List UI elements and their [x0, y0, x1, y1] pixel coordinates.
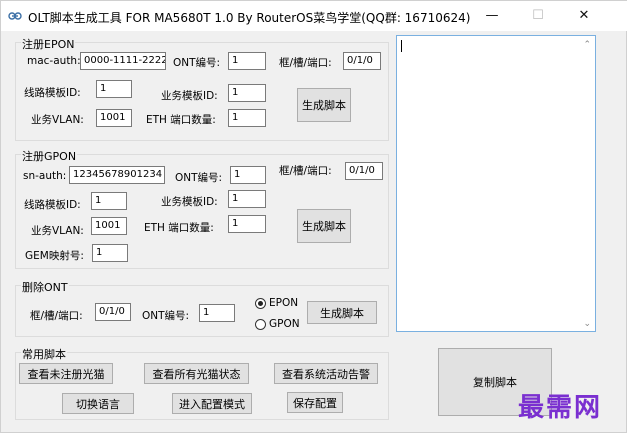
gpon-generate-button[interactable]: 生成脚本 — [297, 209, 351, 243]
gpon-ont-label: ONT编号: — [175, 172, 223, 184]
enter-config-button[interactable]: 进入配置模式 — [172, 393, 252, 414]
app-window: OLT脚本生成工具 FOR MA5680T 1.0 By RouterOS菜鸟学… — [0, 0, 627, 433]
delete-fsp-input[interactable]: 0/1/0 — [95, 303, 131, 321]
scroll-down-icon[interactable]: ⌄ — [583, 319, 591, 329]
epon-line-label: 线路模板ID: — [24, 87, 81, 99]
minimize-button[interactable]: — — [469, 1, 515, 31]
script-output-textarea[interactable]: ⌃ ⌄ — [396, 35, 596, 332]
gpon-gem-label: GEM映射号: — [25, 250, 84, 262]
epon-eth-input[interactable]: 1 — [228, 109, 266, 127]
gpon-sn-label: sn-auth: — [23, 170, 67, 182]
app-icon — [8, 12, 22, 20]
epon-vlan-label: 业务VLAN: — [31, 114, 84, 126]
watermark-text: 最需网 — [518, 393, 603, 423]
delete-fsp-label: 框/槽/端口: — [30, 310, 83, 322]
maximize-button[interactable]: ☐ — [515, 1, 561, 31]
text-caret — [401, 40, 402, 52]
view-alarms-button[interactable]: 查看系统活动告警 — [274, 363, 378, 384]
radio-epon-label: EPON — [269, 297, 299, 309]
delete-group-label: 删除ONT — [21, 279, 69, 295]
window-title: OLT脚本生成工具 FOR MA5680T 1.0 By RouterOS菜鸟学… — [28, 11, 471, 25]
epon-group-label: 注册EPON — [21, 36, 76, 52]
gpon-group-label: 注册GPON — [21, 148, 78, 164]
radio-epon[interactable] — [255, 298, 266, 309]
gpon-line-input[interactable]: 1 — [91, 192, 127, 210]
epon-vlan-input[interactable]: 1001 — [96, 109, 132, 127]
epon-srv-input[interactable]: 1 — [228, 84, 266, 102]
epon-srv-label: 业务模板ID: — [161, 90, 218, 102]
gpon-eth-label: ETH 端口数量: — [144, 222, 214, 234]
epon-generate-button[interactable]: 生成脚本 — [297, 88, 351, 122]
radio-gpon[interactable] — [255, 319, 266, 330]
delete-ont-label: ONT编号: — [142, 310, 190, 322]
radio-gpon-label: GPON — [269, 318, 300, 330]
view-unregistered-button[interactable]: 查看未注册光猫 — [19, 363, 113, 384]
title-bar: OLT脚本生成工具 FOR MA5680T 1.0 By RouterOS菜鸟学… — [1, 1, 627, 31]
close-button[interactable]: ✕ — [561, 1, 607, 31]
gpon-fsp-label: 框/槽/端口: — [279, 165, 332, 177]
gpon-vlan-input[interactable]: 1001 — [91, 217, 127, 235]
delete-generate-button[interactable]: 生成脚本 — [307, 301, 377, 324]
switch-language-button[interactable]: 切换语言 — [62, 393, 134, 414]
gpon-sn-input[interactable]: 12345678901234 — [69, 166, 165, 184]
gpon-eth-input[interactable]: 1 — [228, 215, 266, 233]
gpon-srv-input[interactable]: 1 — [228, 190, 266, 208]
epon-line-input[interactable]: 1 — [96, 80, 132, 98]
delete-ont-input[interactable]: 1 — [199, 304, 235, 322]
gpon-vlan-label: 业务VLAN: — [31, 225, 84, 237]
gpon-srv-label: 业务模板ID: — [161, 196, 218, 208]
save-config-button[interactable]: 保存配置 — [287, 392, 343, 413]
common-group-label: 常用脚本 — [21, 346, 67, 362]
scroll-up-icon[interactable]: ⌃ — [583, 40, 591, 50]
epon-ont-input[interactable]: 1 — [228, 52, 266, 70]
epon-fsp-label: 框/槽/端口: — [279, 57, 332, 69]
gpon-line-label: 线路模板ID: — [24, 199, 81, 211]
gpon-gem-input[interactable]: 1 — [92, 244, 128, 262]
epon-mac-input[interactable]: 0000-1111-2222 — [80, 52, 166, 70]
view-all-status-button[interactable]: 查看所有光猫状态 — [144, 363, 249, 384]
epon-mac-label: mac-auth: — [27, 55, 81, 67]
gpon-fsp-input[interactable]: 0/1/0 — [345, 162, 383, 180]
epon-ont-label: ONT编号: — [173, 57, 221, 69]
gpon-ont-input[interactable]: 1 — [230, 166, 266, 184]
epon-fsp-input[interactable]: 0/1/0 — [343, 52, 381, 70]
epon-eth-label: ETH 端口数量: — [146, 114, 216, 126]
